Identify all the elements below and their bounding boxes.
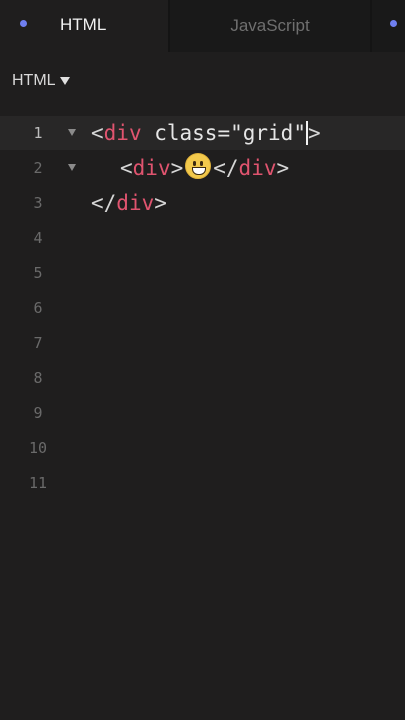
fold-arrow-icon[interactable]	[68, 164, 76, 171]
code-line[interactable]: 10	[0, 431, 405, 465]
token-tag: div	[132, 156, 171, 180]
token-punct: <	[91, 121, 104, 145]
language-select-value: HTML	[12, 72, 56, 89]
code-line[interactable]: 8	[0, 361, 405, 395]
line-number: 7	[33, 334, 43, 352]
code-editor[interactable]: 1 <div class="grid"> 2 <div> </div> 3 </d…	[0, 116, 405, 720]
token-tag: div	[103, 121, 142, 145]
token-attr: class=	[141, 121, 231, 145]
grinning-face-emoji-icon	[185, 153, 212, 179]
token-punct: >	[170, 156, 184, 180]
line-number: 8	[33, 369, 43, 387]
line-number: 5	[33, 264, 43, 282]
code-text: <div class="grid">	[91, 116, 321, 150]
line-number: 2	[33, 159, 43, 177]
token-punct: </	[91, 191, 117, 215]
line-number: 9	[33, 404, 43, 422]
code-line[interactable]: 2 <div> </div>	[0, 151, 405, 185]
token-punct: </	[213, 156, 239, 180]
code-line[interactable]: 4	[0, 221, 405, 255]
line-number: 4	[33, 229, 43, 247]
code-text: </div>	[91, 186, 167, 220]
token-punct: >	[154, 191, 167, 215]
line-number: 6	[33, 299, 43, 317]
line-number: 11	[28, 474, 48, 492]
token-tag: div	[238, 156, 277, 180]
token-tag: div	[116, 191, 155, 215]
tab-html-label: HTML	[60, 15, 107, 34]
code-line[interactable]: 11	[0, 466, 405, 500]
tab-javascript[interactable]: JavaScript	[170, 0, 370, 52]
code-line[interactable]: 3 </div>	[0, 186, 405, 220]
token-punct: >	[307, 121, 321, 145]
line-number: 10	[28, 439, 48, 457]
code-line[interactable]: 7	[0, 326, 405, 360]
token-punct: >	[276, 156, 290, 180]
code-line[interactable]: 5	[0, 256, 405, 290]
line-number: 1	[33, 124, 43, 142]
unsaved-dot-icon	[20, 20, 27, 27]
language-select[interactable]: HTML	[12, 72, 70, 90]
tab-html[interactable]: HTML	[0, 0, 168, 52]
caret-down-icon	[59, 77, 70, 85]
fold-arrow-icon[interactable]	[68, 129, 76, 136]
code-text: <div> </div>	[120, 151, 289, 185]
line-number: 3	[33, 194, 43, 212]
token-punct: <	[120, 156, 133, 180]
editor-tab-bar: HTML JavaScript	[0, 0, 405, 52]
tab-overflow[interactable]	[372, 0, 405, 52]
code-line[interactable]: 9	[0, 396, 405, 430]
tab-javascript-label: JavaScript	[230, 16, 310, 35]
code-line[interactable]: 1 <div class="grid">	[0, 116, 405, 150]
token-string: "grid"	[230, 121, 306, 145]
code-line[interactable]: 6	[0, 291, 405, 325]
unsaved-dot-icon	[390, 20, 397, 27]
